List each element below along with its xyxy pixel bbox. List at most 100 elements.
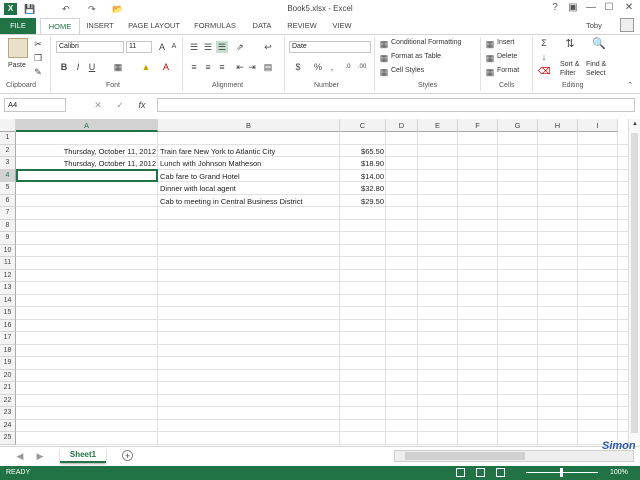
row-header-9[interactable]: 9	[0, 232, 16, 245]
formula-input[interactable]	[157, 98, 635, 112]
delete-cells-button[interactable]: Delete	[497, 53, 517, 60]
paste-button[interactable]: Paste	[8, 62, 26, 69]
cell-c4[interactable]: $14.00	[342, 172, 384, 181]
avatar[interactable]	[620, 18, 634, 32]
increase-decimal-icon[interactable]: .0	[342, 61, 354, 73]
font-name-combo[interactable]: Calibri	[56, 41, 124, 53]
row-header-16[interactable]: 16	[0, 319, 16, 332]
cancel-icon[interactable]: ✕	[92, 99, 104, 111]
orientation-icon[interactable]: ⇗	[234, 41, 246, 53]
row-header-20[interactable]: 20	[0, 369, 16, 382]
column-header-i[interactable]: I	[578, 119, 618, 132]
new-sheet-icon[interactable]: +	[122, 450, 133, 461]
scroll-tabs-left-icon[interactable]: ◀	[14, 450, 26, 462]
row-header-14[interactable]: 14	[0, 294, 16, 307]
cell-a2[interactable]: Thursday, October 11, 2012	[18, 147, 156, 156]
shrink-font-icon[interactable]: A	[168, 41, 180, 53]
cell-b3[interactable]: Lunch with Johnson Matheson	[160, 159, 338, 168]
number-format-combo[interactable]: Date	[289, 41, 371, 53]
conditional-formatting-button[interactable]: Conditional Formatting	[391, 39, 461, 46]
row-header-10[interactable]: 10	[0, 244, 16, 257]
conditional-formatting-icon[interactable]: ▦	[378, 38, 390, 50]
normal-view-icon[interactable]	[456, 468, 465, 477]
sort-filter-icon[interactable]: ⇅	[564, 38, 576, 50]
format-cells-icon[interactable]: ▦	[484, 66, 496, 78]
cell-styles-icon[interactable]: ▦	[378, 66, 390, 78]
row-header-23[interactable]: 23	[0, 407, 16, 420]
scroll-thumb[interactable]	[631, 133, 638, 433]
user-name[interactable]: Toby	[586, 21, 602, 30]
fill-icon[interactable]: ↓	[538, 51, 550, 63]
cell-b5[interactable]: Dinner with local agent	[160, 184, 338, 193]
scroll-up-icon[interactable]: ▲	[631, 121, 639, 129]
cell-b6[interactable]: Cab to meeting in Central Business Distr…	[160, 197, 338, 206]
row-header-7[interactable]: 7	[0, 207, 16, 220]
row-header-2[interactable]: 2	[0, 144, 16, 157]
insert-function-button[interactable]: fx	[136, 99, 148, 111]
percent-button[interactable]: %	[312, 61, 324, 73]
italic-button[interactable]: I	[72, 61, 84, 73]
bold-button[interactable]: B	[58, 61, 70, 73]
sheet-tab[interactable]: Sheet1	[60, 448, 106, 463]
row-header-6[interactable]: 6	[0, 194, 16, 207]
delete-cells-icon[interactable]: ▦	[484, 52, 496, 64]
font-size-combo[interactable]: 11	[126, 41, 152, 53]
format-cells-button[interactable]: Format	[497, 67, 519, 74]
row-header-21[interactable]: 21	[0, 382, 16, 395]
increase-indent-icon[interactable]: ⇥	[246, 61, 258, 73]
column-header-f[interactable]: F	[458, 119, 498, 132]
tab-page-layout[interactable]: PAGE LAYOUT	[124, 18, 184, 34]
minimize-icon[interactable]: —	[582, 2, 600, 13]
select-all-corner[interactable]	[0, 119, 16, 132]
sort-filter-label-2[interactable]: Filter	[560, 70, 576, 77]
row-header-24[interactable]: 24	[0, 419, 16, 432]
page-break-view-icon[interactable]	[496, 468, 505, 477]
row-header-13[interactable]: 13	[0, 282, 16, 295]
enter-icon[interactable]: ✓	[114, 99, 126, 111]
cell-c3[interactable]: $18.90	[342, 159, 384, 168]
autosum-icon[interactable]: Σ	[538, 37, 550, 49]
maximize-icon[interactable]: ☐	[600, 2, 618, 13]
row-header-25[interactable]: 25	[0, 432, 16, 445]
find-select-label-1[interactable]: Find &	[586, 61, 606, 68]
find-select-label-2[interactable]: Select	[586, 70, 605, 77]
underline-button[interactable]: U	[86, 61, 98, 73]
cell-c6[interactable]: $29.50	[342, 197, 384, 206]
tab-home[interactable]: HOME	[40, 18, 80, 35]
bottom-align-icon[interactable]: ☰	[216, 41, 228, 53]
currency-button[interactable]: $	[292, 61, 304, 73]
tab-formulas[interactable]: FORMULAS	[192, 18, 238, 34]
worksheet-grid[interactable]: A B C D E F G H I 1 2 3 4 5 6 7 8 9 10 11 12 13 14 15 16 17 18 19 20…	[0, 119, 628, 446]
format-as-table-button[interactable]: Format as Table	[391, 53, 441, 60]
tab-review[interactable]: REVIEW	[284, 18, 320, 34]
row-header-17[interactable]: 17	[0, 332, 16, 345]
sort-filter-label-1[interactable]: Sort &	[560, 61, 579, 68]
cell-b2[interactable]: Train fare New York to Atlantic City	[160, 147, 338, 156]
tab-view[interactable]: VIEW	[328, 18, 356, 34]
fill-color-icon[interactable]: ▲	[140, 61, 152, 73]
row-header-22[interactable]: 22	[0, 394, 16, 407]
cell-styles-button[interactable]: Cell Styles	[391, 67, 424, 74]
row-header-5[interactable]: 5	[0, 182, 16, 195]
row-header-11[interactable]: 11	[0, 257, 16, 270]
zoom-level[interactable]: 100%	[610, 466, 628, 480]
column-header-a[interactable]: A	[16, 119, 158, 132]
align-left-icon[interactable]: ≡	[188, 61, 200, 73]
column-header-h[interactable]: H	[538, 119, 578, 132]
wrap-text-icon[interactable]: ↩	[262, 41, 274, 53]
row-header-8[interactable]: 8	[0, 219, 16, 232]
h-scroll-thumb[interactable]	[405, 452, 525, 460]
active-cell-a4[interactable]	[16, 168, 158, 182]
column-header-d[interactable]: D	[386, 119, 418, 132]
cell-c5[interactable]: $32.80	[342, 184, 384, 193]
zoom-slider-thumb[interactable]	[560, 468, 563, 477]
insert-cells-icon[interactable]: ▦	[484, 38, 496, 50]
top-align-icon[interactable]: ☰	[188, 41, 200, 53]
collapse-ribbon-icon[interactable]: ⌃	[624, 80, 636, 92]
column-header-g[interactable]: G	[498, 119, 538, 132]
cell-b4[interactable]: Cab fare to Grand Hotel	[160, 172, 338, 181]
name-box[interactable]: A4	[4, 98, 66, 112]
page-layout-view-icon[interactable]	[476, 468, 485, 477]
row-header-3[interactable]: 3	[0, 157, 16, 170]
paste-icon[interactable]	[8, 38, 28, 58]
